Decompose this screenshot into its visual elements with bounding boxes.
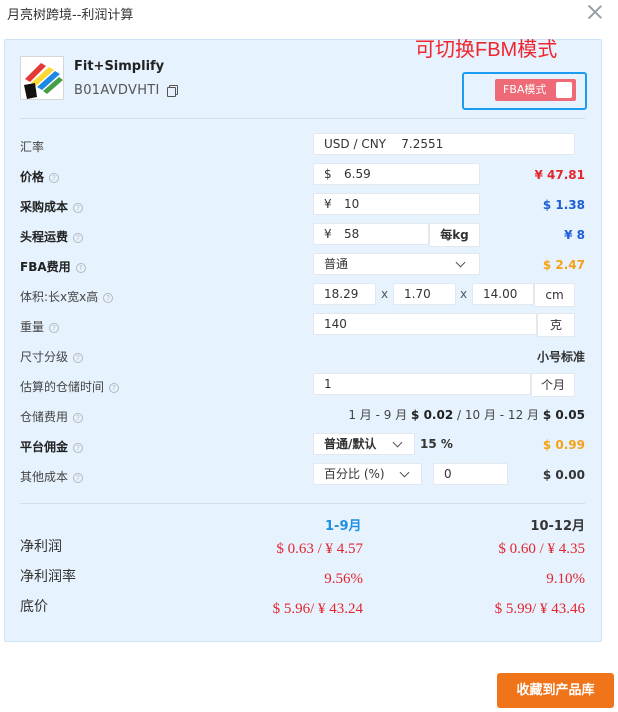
net-profit-10-12: $ 0.60 / ¥ 4.35 — [498, 541, 585, 557]
commission-label: 平台佣金? — [20, 438, 84, 455]
dimension-separator: x — [381, 287, 389, 301]
freight-result: ¥ 8 — [564, 228, 585, 242]
dimension-separator: x — [460, 287, 468, 301]
size-tier-value: 小号标准 — [536, 350, 585, 364]
storage-fee-label: 仓储费用? — [20, 408, 84, 425]
close-icon[interactable] — [585, 2, 605, 22]
period-10-12-header: 10-12月 — [530, 519, 585, 534]
help-icon[interactable]: ? — [73, 473, 84, 483]
floor-price-10-12: $ 5.99/ ¥ 43.46 — [494, 601, 585, 617]
save-to-library-button[interactable]: 收藏到产品库 — [497, 673, 614, 708]
other-cost-label: 其他成本? — [20, 468, 84, 485]
net-profit-label: 净利润 — [20, 539, 62, 555]
net-margin-10-12: 9.10% — [546, 571, 585, 587]
storage-time-input[interactable]: 1 — [313, 373, 531, 395]
net-margin-1-9: 9.56% — [324, 571, 363, 587]
storage-time-unit: 个月 — [531, 373, 575, 397]
help-icon[interactable]: ? — [109, 383, 120, 393]
help-icon[interactable]: ? — [49, 323, 60, 333]
help-icon[interactable]: ? — [75, 263, 86, 273]
divider — [20, 118, 585, 119]
floor-price-1-9: $ 5.96/ ¥ 43.24 — [272, 601, 363, 617]
other-cost-result: $ 0.00 — [542, 468, 585, 482]
purchase-cost-label: 采购成本? — [20, 198, 84, 215]
fba-mode-label: FBA模式 — [503, 83, 547, 96]
help-icon[interactable]: ? — [73, 443, 84, 453]
fba-fee-select[interactable]: 普通 — [313, 253, 480, 275]
net-profit-1-9: $ 0.63 / ¥ 4.57 — [276, 541, 363, 557]
fbm-switch-annotation: 可切换FBM模式 — [415, 39, 558, 61]
weight-input[interactable]: 140 — [313, 313, 537, 335]
weight-label: 重量? — [20, 318, 60, 335]
product-image — [20, 56, 64, 100]
volume-unit: cm — [534, 283, 575, 307]
storage-time-label: 估算的仓储时间? — [20, 378, 120, 395]
weight-unit: 克 — [537, 313, 575, 337]
product-name: Fit+Simplify — [74, 59, 165, 74]
divider — [20, 503, 585, 504]
product-asin: B01AVDVHTI — [74, 83, 160, 98]
window-title: 月亮树跨境--利润计算 — [7, 8, 134, 23]
length-input[interactable]: 18.29 — [313, 283, 376, 305]
help-icon[interactable]: ? — [73, 413, 84, 423]
floor-price-label: 底价 — [20, 599, 48, 615]
commission-result: $ 0.99 — [542, 438, 585, 452]
help-icon[interactable]: ? — [73, 353, 84, 363]
help-icon[interactable]: ? — [103, 293, 114, 303]
freight-unit: 每kg — [429, 223, 480, 247]
exchange-rate-label: 汇率 — [20, 140, 45, 154]
storage-fee-value: 1 月 - 9 月 $ 0.02 / 10 月 - 12 月 $ 0.05 — [348, 408, 585, 422]
help-icon[interactable]: ? — [73, 203, 84, 213]
net-margin-label: 净利润率 — [20, 569, 76, 585]
fba-mode-checkbox[interactable] — [556, 82, 572, 98]
help-icon[interactable]: ? — [73, 233, 84, 243]
purchase-cost-input[interactable]: ¥10 — [313, 193, 480, 215]
exchange-rate-field: USD / CNY 7.2551 — [313, 133, 575, 155]
purchase-cost-result: $ 1.38 — [542, 198, 585, 212]
fba-fee-result: $ 2.47 — [542, 258, 585, 272]
period-1-9-header: 1-9月 — [325, 519, 362, 534]
price-label: 价格? — [20, 168, 60, 185]
help-icon[interactable]: ? — [49, 173, 60, 183]
freight-input[interactable]: ¥58 — [313, 223, 429, 245]
price-result: ¥ 47.81 — [534, 168, 585, 182]
price-input[interactable]: $6.59 — [313, 163, 480, 185]
commission-percent: 15 % — [420, 437, 453, 451]
size-tier-label: 尺寸分级? — [20, 348, 84, 365]
copy-icon[interactable] — [167, 85, 178, 97]
freight-label: 头程运费? — [20, 228, 84, 245]
height-input[interactable]: 14.00 — [472, 283, 534, 305]
fba-fee-label: FBA费用? — [20, 258, 86, 275]
volume-label: 体积:长x宽x高? — [20, 288, 114, 305]
width-input[interactable]: 1.70 — [393, 283, 456, 305]
other-cost-input[interactable]: 0 — [433, 463, 508, 485]
